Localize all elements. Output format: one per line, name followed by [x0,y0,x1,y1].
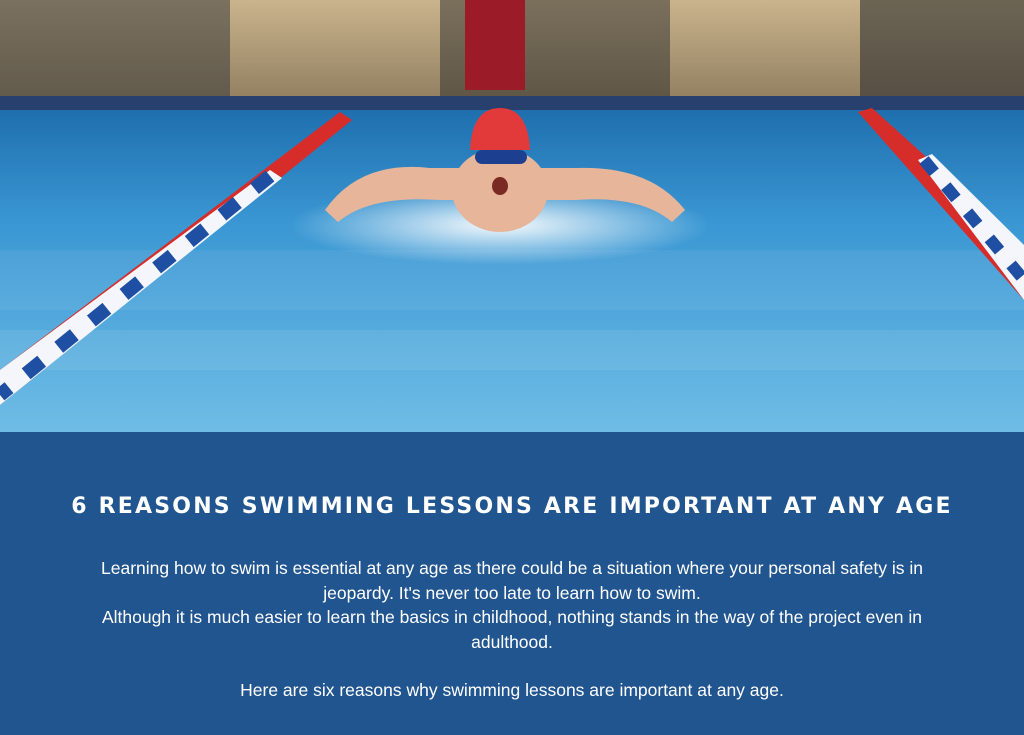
intro-paragraph: Learning how to swim is essential at any… [70,556,954,654]
page-title: 6 REASONS SWIMMING LESSONS ARE IMPORTANT… [71,494,953,519]
intro-line-1: Learning how to swim is essential at any… [101,558,923,603]
intro-line-2: Although it is much easier to learn the … [101,607,923,652]
swimmer-photo [0,0,1024,432]
article-intro: 6 REASONS SWIMMING LESSONS ARE IMPORTANT… [0,432,1024,735]
hero-image [0,0,1024,432]
closing-sentence: Here are six reasons why swimming lesson… [240,680,784,700]
